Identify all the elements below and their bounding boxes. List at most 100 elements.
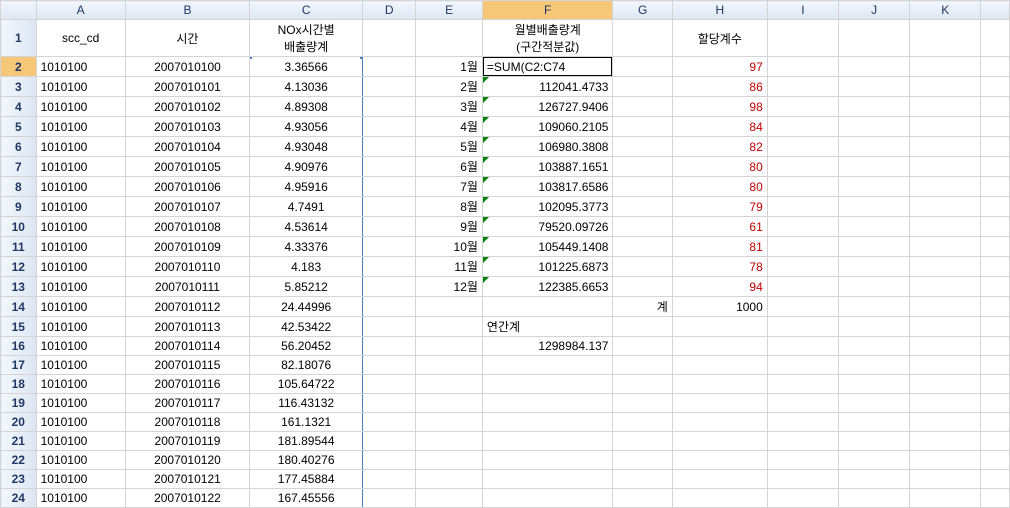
cell-C20[interactable]: 161.1321: [250, 413, 363, 432]
cell-G24[interactable]: [613, 489, 672, 508]
row-header-1[interactable]: 1: [1, 20, 37, 57]
cell-G8[interactable]: [613, 177, 672, 197]
cell-edge17[interactable]: [981, 356, 1010, 375]
cell-G5[interactable]: [613, 117, 672, 137]
cell-J23[interactable]: [838, 470, 909, 489]
cell-H6[interactable]: 82: [672, 137, 767, 157]
cell-A11[interactable]: 1010100: [36, 237, 125, 257]
cell-A19[interactable]: 1010100: [36, 394, 125, 413]
col-header-B[interactable]: B: [125, 1, 250, 20]
cell-edge5[interactable]: [981, 117, 1010, 137]
cell-edge4[interactable]: [981, 97, 1010, 117]
cell-J18[interactable]: [838, 375, 909, 394]
cell-J15[interactable]: [838, 317, 909, 337]
cell-H9[interactable]: 79: [672, 197, 767, 217]
cell-C18[interactable]: 105.64722: [250, 375, 363, 394]
cell-I21[interactable]: [767, 432, 838, 451]
cell-D4[interactable]: [363, 97, 416, 117]
cell-A24[interactable]: 1010100: [36, 489, 125, 508]
cell-C14[interactable]: 24.44996: [250, 297, 363, 317]
cell-K2[interactable]: [910, 57, 981, 77]
cell-C13[interactable]: 5.85212: [250, 277, 363, 297]
table-row[interactable]: 151010100200701011342.53422연간계: [1, 317, 1010, 337]
cell-B11[interactable]: 2007010109: [125, 237, 250, 257]
cell-edge13[interactable]: [981, 277, 1010, 297]
cell-G14[interactable]: 계: [613, 297, 672, 317]
cell-I14[interactable]: [767, 297, 838, 317]
cell-D6[interactable]: [363, 137, 416, 157]
cell-J21[interactable]: [838, 432, 909, 451]
cell-edge9[interactable]: [981, 197, 1010, 217]
cell-B15[interactable]: 2007010113: [125, 317, 250, 337]
cell-edge11[interactable]: [981, 237, 1010, 257]
cell-D18[interactable]: [363, 375, 416, 394]
cell-I12[interactable]: [767, 257, 838, 277]
cell-B5[interactable]: 2007010103: [125, 117, 250, 137]
cell-J8[interactable]: [838, 177, 909, 197]
cell-C21[interactable]: 181.89544: [250, 432, 363, 451]
cell-I22[interactable]: [767, 451, 838, 470]
cell-C3[interactable]: 4.13036: [250, 77, 363, 97]
cell-F11[interactable]: 105449.1408: [482, 237, 613, 257]
cell-B12[interactable]: 2007010110: [125, 257, 250, 277]
cell-edge3[interactable]: [981, 77, 1010, 97]
cell-B10[interactable]: 2007010108: [125, 217, 250, 237]
cell-F22[interactable]: [482, 451, 613, 470]
row-header-6[interactable]: 6: [1, 137, 37, 157]
cell-D17[interactable]: [363, 356, 416, 375]
cell-J19[interactable]: [838, 394, 909, 413]
table-row[interactable]: 4101010020070101024.893083월126727.940698: [1, 97, 1010, 117]
cell-B18[interactable]: 2007010116: [125, 375, 250, 394]
table-row[interactable]: 13101010020070101115.8521212월122385.6653…: [1, 277, 1010, 297]
cell-K5[interactable]: [910, 117, 981, 137]
cell-F20[interactable]: [482, 413, 613, 432]
cell-C24[interactable]: 167.45556: [250, 489, 363, 508]
col-header-edge[interactable]: [981, 1, 1010, 20]
row-header-5[interactable]: 5: [1, 117, 37, 137]
cell-G3[interactable]: [613, 77, 672, 97]
cell-K12[interactable]: [910, 257, 981, 277]
cell-B9[interactable]: 2007010107: [125, 197, 250, 217]
cell-K3[interactable]: [910, 77, 981, 97]
cell-edge22[interactable]: [981, 451, 1010, 470]
cell-K17[interactable]: [910, 356, 981, 375]
formula-bar-input[interactable]: =SUM(C2:C74: [487, 60, 565, 74]
cell-I20[interactable]: [767, 413, 838, 432]
cell-E14[interactable]: [416, 297, 482, 317]
cell-A5[interactable]: 1010100: [36, 117, 125, 137]
cell-F17[interactable]: [482, 356, 613, 375]
cell-F19[interactable]: [482, 394, 613, 413]
cell-J24[interactable]: [838, 489, 909, 508]
cell-edge2[interactable]: [981, 57, 1010, 77]
cell-B1[interactable]: 시간: [125, 20, 250, 57]
cell-H16[interactable]: [672, 337, 767, 356]
cell-F14[interactable]: [482, 297, 613, 317]
cell-I3[interactable]: [767, 77, 838, 97]
cell-K18[interactable]: [910, 375, 981, 394]
cell-K16[interactable]: [910, 337, 981, 356]
cell-A21[interactable]: 1010100: [36, 432, 125, 451]
cell-I13[interactable]: [767, 277, 838, 297]
cell-A18[interactable]: 1010100: [36, 375, 125, 394]
row-header-16[interactable]: 16: [1, 337, 37, 356]
cell-G9[interactable]: [613, 197, 672, 217]
cell-B14[interactable]: 2007010112: [125, 297, 250, 317]
col-header-F[interactable]: F: [482, 1, 613, 20]
cell-edge18[interactable]: [981, 375, 1010, 394]
cell-K24[interactable]: [910, 489, 981, 508]
cell-H14[interactable]: 1000: [672, 297, 767, 317]
cell-K6[interactable]: [910, 137, 981, 157]
table-row[interactable]: 11101010020070101094.3337610월105449.1408…: [1, 237, 1010, 257]
cell-J4[interactable]: [838, 97, 909, 117]
cell-G13[interactable]: [613, 277, 672, 297]
table-row[interactable]: 161010100200701011456.204521298984.137: [1, 337, 1010, 356]
row-header-20[interactable]: 20: [1, 413, 37, 432]
cell-K13[interactable]: [910, 277, 981, 297]
cell-J13[interactable]: [838, 277, 909, 297]
row-header-24[interactable]: 24: [1, 489, 37, 508]
cell-F3[interactable]: 112041.4733: [482, 77, 613, 97]
cell-G22[interactable]: [613, 451, 672, 470]
cell-B4[interactable]: 2007010102: [125, 97, 250, 117]
cell-E22[interactable]: [416, 451, 482, 470]
cell-K14[interactable]: [910, 297, 981, 317]
